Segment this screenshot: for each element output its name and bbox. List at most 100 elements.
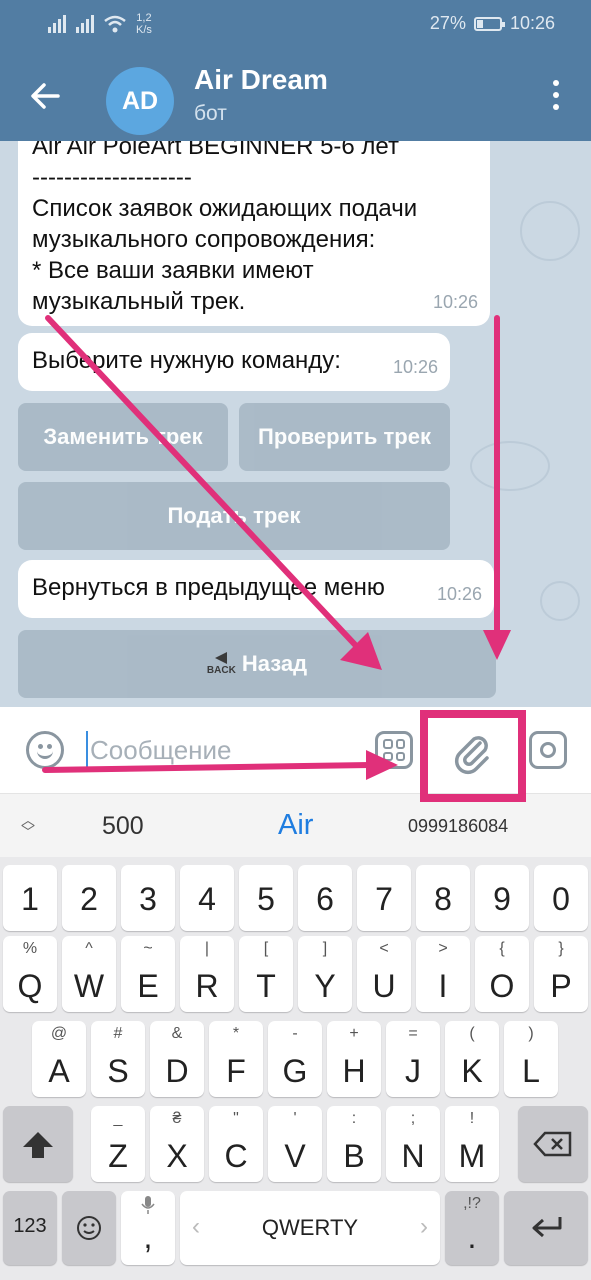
key-x[interactable]: ₴ X (150, 1106, 204, 1182)
back-arrow-icon[interactable] (26, 78, 66, 114)
enter-icon (532, 1217, 562, 1238)
key-o[interactable]: {O (475, 936, 529, 1012)
button-label: Заменить трек (43, 424, 203, 449)
key-label: . (467, 1219, 477, 1255)
key-1[interactable]: 1 (3, 865, 57, 931)
message-input[interactable] (86, 731, 346, 769)
network-speed: 1,2 K/s (136, 12, 152, 36)
space-key[interactable]: QWERTY ‹ › (180, 1191, 440, 1265)
key-7[interactable]: 7 (357, 865, 411, 931)
background-doodle (540, 581, 580, 621)
key-h[interactable]: + H (327, 1021, 381, 1097)
key-n[interactable]: ; N (386, 1106, 440, 1182)
chat-title[interactable]: Air Dream (194, 64, 328, 96)
button-label: Проверить трек (258, 424, 431, 449)
message-line: -------------------- (32, 164, 192, 191)
key-alt-label: | (204, 940, 210, 957)
key-g[interactable]: -G (268, 1021, 322, 1097)
shift-icon (23, 1132, 53, 1158)
key-a[interactable]: @ A (32, 1021, 86, 1097)
key-alt-label: # (113, 1025, 123, 1042)
key-i[interactable]: > I (416, 936, 470, 1012)
emoji-key-icon (77, 1216, 101, 1240)
period-key[interactable]: ,!?. (445, 1191, 499, 1265)
key-2[interactable]: 2 (62, 865, 116, 931)
key-label: 2 (80, 881, 98, 917)
key-label: O (489, 968, 515, 1004)
enter-key[interactable] (504, 1191, 588, 1265)
message-line: Air Air PoleArt BEGINNER 5-6 лет (32, 141, 399, 160)
key-label: QWERTY (261, 1215, 359, 1240)
message-line: музыкального сопровождения: (32, 226, 376, 253)
key-label: 1 (21, 881, 39, 917)
key-t[interactable]: [T (239, 936, 293, 1012)
symbols-key[interactable]: 123 (3, 1191, 57, 1265)
key-m[interactable]: ! M (445, 1106, 499, 1182)
key-alt-label: @ (50, 1025, 68, 1042)
key-v[interactable]: ' V (268, 1106, 322, 1182)
message-time: 10:26 (432, 292, 478, 312)
key-alt-label: * (232, 1025, 240, 1042)
key-f[interactable]: * F (209, 1021, 263, 1097)
shift-key[interactable] (3, 1106, 73, 1182)
key-8[interactable]: 8 (416, 865, 470, 931)
key-label: D (165, 1053, 189, 1089)
suggestion[interactable]: Air (278, 809, 313, 842)
key-alt-label: ₴ (172, 1110, 182, 1127)
wifi-icon (104, 15, 126, 33)
key-j[interactable]: = J (386, 1021, 440, 1097)
key-label: M (458, 1138, 486, 1174)
key-label: 8 (434, 881, 452, 917)
key-label: A (48, 1053, 70, 1089)
key-label: E (137, 968, 159, 1004)
key-label: G (282, 1053, 308, 1089)
key-9[interactable]: 9 (475, 865, 529, 931)
key-alt-label: ,!? (463, 1195, 481, 1212)
key-5[interactable]: 5 (239, 865, 293, 931)
emoji-icon[interactable] (26, 731, 64, 769)
check-track-button[interactable]: Проверить трек (239, 403, 450, 471)
key-3[interactable]: 3 (121, 865, 175, 931)
bot-keyboard-icon[interactable] (375, 731, 413, 769)
key-s[interactable]: # S (91, 1021, 145, 1097)
key-p[interactable]: } P (534, 936, 588, 1012)
suggestion[interactable]: 0999186084 (408, 816, 508, 837)
chat-area[interactable]: Air Air PoleArt BEGINNER 5-6 лет -------… (0, 141, 591, 707)
camera-icon[interactable] (529, 731, 567, 769)
key-b[interactable]: :B (327, 1106, 381, 1182)
key-l[interactable]: ) L (504, 1021, 558, 1097)
key-u[interactable]: < U (357, 936, 411, 1012)
emoji-key[interactable] (62, 1191, 116, 1265)
key-alt-label: & (171, 1025, 183, 1042)
key-y[interactable]: ] Y (298, 936, 352, 1012)
backspace-key[interactable] (518, 1106, 588, 1182)
key-alt-label: ) (528, 1025, 534, 1042)
key-w[interactable]: ^ W (62, 936, 116, 1012)
key-k[interactable]: (K (445, 1021, 499, 1097)
message-text: Вернуться в предыдущее меню (32, 574, 385, 601)
suggestion[interactable]: 500 (102, 812, 144, 841)
key-label: Y (314, 968, 336, 1004)
avatar[interactable]: AD (106, 67, 174, 135)
key-r[interactable]: | R (180, 936, 234, 1012)
more-menu-icon[interactable] (551, 80, 561, 110)
submit-track-button[interactable]: Подать трек (18, 482, 450, 550)
key-e[interactable]: ~ E (121, 936, 175, 1012)
key-label: T (256, 968, 276, 1004)
key-6[interactable]: 6 (298, 865, 352, 931)
back-button[interactable]: BACK Назад (18, 630, 496, 698)
back-icon: BACK (207, 652, 236, 676)
key-alt-label: ; (410, 1110, 416, 1127)
key-label: N (401, 1138, 425, 1174)
key-d[interactable]: & D (150, 1021, 204, 1097)
key-4[interactable]: 4 (180, 865, 234, 931)
key-c[interactable]: " C (209, 1106, 263, 1182)
key-q[interactable]: % Q (3, 936, 57, 1012)
expand-suggestions-icon[interactable]: ︿ ﹀ (18, 813, 38, 840)
background-doodle (520, 201, 580, 261)
key-0[interactable]: 0 (534, 865, 588, 931)
replace-track-button[interactable]: Заменить трек (18, 403, 228, 471)
background-doodle (470, 441, 550, 491)
key-z[interactable]: _ Z (91, 1106, 145, 1182)
comma-key[interactable]: , (121, 1191, 175, 1265)
